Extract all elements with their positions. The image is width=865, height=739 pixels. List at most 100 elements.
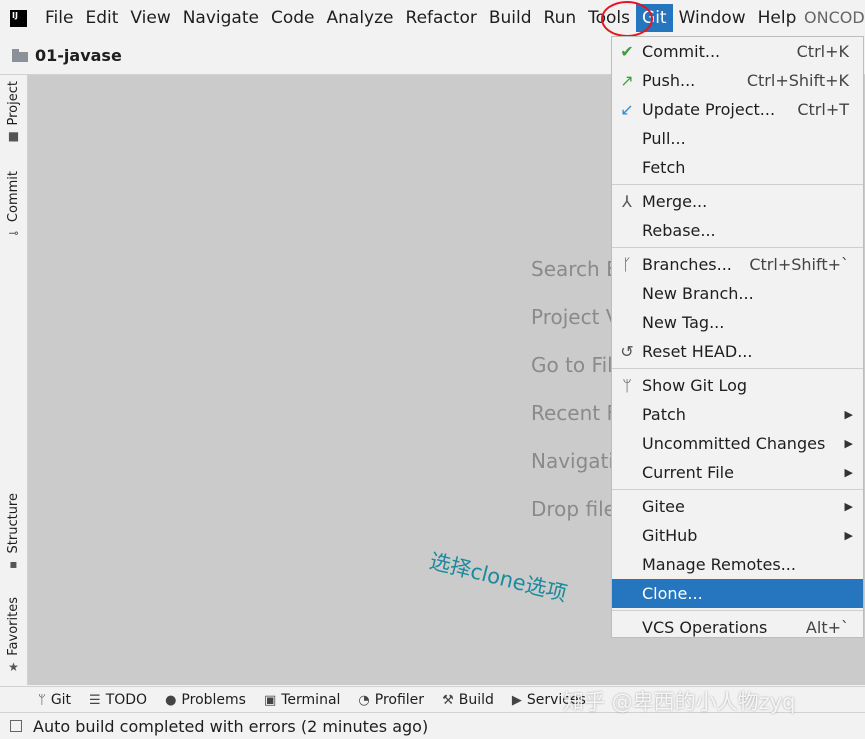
tool-tab-label: Profiler: [374, 692, 425, 708]
status-message[interactable]: Auto build completed with errors (2 minu…: [33, 717, 428, 736]
tool-tab-favorites-label: Favorites: [6, 597, 21, 656]
menu-item-label: Branches...: [642, 255, 732, 274]
menu-item-shortcut: Ctrl+T: [797, 100, 849, 119]
highlight-circle: [601, 1, 653, 37]
tool-tab-structure-label: Structure: [6, 493, 21, 554]
tool-tab-profiler[interactable]: ◔ Profiler: [358, 692, 424, 708]
bottom-tool-bar: ᛘ Git ☰ TODO ● Problems ▣ Terminal ◔ Pro…: [0, 686, 865, 713]
git-menu-manage-remotes[interactable]: Manage Remotes...: [612, 550, 863, 579]
git-menu-uncommitted-changes[interactable]: Uncommitted Changes ▶: [612, 429, 863, 458]
menu-item-label: Clone...: [642, 584, 703, 603]
menu-item-shortcut: Ctrl+Shift+K: [746, 71, 849, 90]
commit-icon: ⊸: [8, 226, 19, 241]
tool-tab-project-label: Project: [6, 81, 21, 126]
submenu-arrow-icon: ▶: [844, 466, 853, 479]
menu-edit[interactable]: Edit: [79, 4, 124, 32]
tool-tab-label: Terminal: [281, 692, 341, 708]
menu-analyze[interactable]: Analyze: [321, 4, 400, 32]
terminal-icon: ▣: [263, 692, 277, 708]
menu-item-shortcut: Ctrl+K: [796, 42, 849, 61]
menu-run[interactable]: Run: [538, 4, 583, 32]
tool-tab-label: Services: [526, 692, 586, 708]
git-menu-patch[interactable]: Patch ▶: [612, 400, 863, 429]
git-menu-new-branch[interactable]: New Branch...: [612, 279, 863, 308]
menu-refactor[interactable]: Refactor: [400, 4, 483, 32]
git-menu-current-file[interactable]: Current File ▶: [612, 458, 863, 487]
menu-view[interactable]: View: [124, 4, 176, 32]
menu-item-label: Gitee: [642, 497, 685, 516]
git-menu-clone[interactable]: Clone...: [612, 579, 863, 608]
hint-go-to-file: Go to Fil: [531, 353, 613, 377]
breadcrumb-project[interactable]: 01-javase: [35, 46, 122, 65]
hint-search-everywhere: Search E: [531, 257, 619, 281]
tool-tab-build[interactable]: ⚒ Build: [442, 692, 494, 708]
list-icon: ☰: [89, 692, 101, 708]
menu-item-label: Reset HEAD...: [642, 342, 753, 361]
menu-build[interactable]: Build: [483, 4, 538, 32]
tool-tab-terminal[interactable]: ▣ Terminal: [264, 692, 340, 708]
menu-item-shortcut: Ctrl+Shift+`: [749, 255, 849, 274]
tool-tab-commit[interactable]: Commit ⊸: [0, 171, 27, 240]
menu-separator: [612, 247, 863, 248]
tool-tab-services[interactable]: ▶ Services: [512, 692, 586, 708]
menu-separator: [612, 184, 863, 185]
menu-navigate[interactable]: Navigate: [177, 4, 265, 32]
git-menu-new-tag[interactable]: New Tag...: [612, 308, 863, 337]
branch-icon: ᚴ: [622, 255, 632, 274]
menu-item-label: Update Project...: [642, 100, 776, 119]
git-menu-vcs-operations[interactable]: VCS Operations Alt+`: [612, 613, 863, 642]
tool-tab-todo[interactable]: ☰ TODO: [89, 692, 147, 708]
tool-tab-label: TODO: [105, 692, 148, 708]
structure-icon: ▪: [9, 557, 18, 572]
git-dropdown-menu: ✔ Commit... Ctrl+K ↗ Push... Ctrl+Shift+…: [611, 36, 864, 638]
menu-item-label: Push...: [642, 71, 696, 90]
tool-tab-project[interactable]: Project ■: [0, 81, 27, 143]
submenu-arrow-icon: ▶: [844, 500, 853, 513]
git-menu-update-project[interactable]: ↙ Update Project... Ctrl+T: [612, 95, 863, 124]
menu-code[interactable]: Code: [265, 4, 321, 32]
menu-help[interactable]: Help: [752, 4, 803, 32]
hint-project-view: Project V: [531, 305, 620, 329]
menu-item-label: GitHub: [642, 526, 698, 545]
tool-tab-favorites[interactable]: Favorites ★: [0, 597, 27, 674]
menu-separator: [612, 610, 863, 611]
tool-tab-git[interactable]: ᛘ Git: [38, 692, 71, 708]
menu-item-label: Current File: [642, 463, 734, 482]
git-menu-pull[interactable]: Pull...: [612, 124, 863, 153]
menu-item-label: New Tag...: [642, 313, 725, 332]
status-toggle-icon[interactable]: [10, 720, 22, 732]
git-menu-merge[interactable]: ⅄ Merge...: [612, 187, 863, 216]
git-menu-rebase[interactable]: Rebase...: [612, 216, 863, 245]
git-log-icon: ᛘ: [622, 376, 632, 395]
problems-icon: ●: [165, 692, 177, 708]
git-menu-commit[interactable]: ✔ Commit... Ctrl+K: [612, 37, 863, 66]
menu-window[interactable]: Window: [673, 4, 752, 32]
git-menu-show-git-log[interactable]: ᛘ Show Git Log: [612, 371, 863, 400]
tool-tab-structure[interactable]: Structure ▪: [0, 493, 27, 571]
git-menu-reset-head[interactable]: ↺ Reset HEAD...: [612, 337, 863, 366]
hammer-icon: ⚒: [442, 692, 454, 708]
git-icon: ᛘ: [38, 692, 46, 708]
check-icon: ✔: [620, 42, 634, 61]
push-arrow-icon: ↗: [620, 71, 634, 90]
left-tool-strip: Project ■ Commit ⊸ Structure ▪ Favorites…: [0, 75, 28, 685]
git-menu-push[interactable]: ↗ Push... Ctrl+Shift+K: [612, 66, 863, 95]
menu-item-label: Uncommitted Changes: [642, 434, 826, 453]
hint-navigation-bar: Navigati: [531, 449, 614, 473]
tool-tab-problems[interactable]: ● Problems: [165, 692, 246, 708]
menu-item-label: Pull...: [642, 129, 686, 148]
git-menu-github[interactable]: GitHub ▶: [612, 521, 863, 550]
git-menu-branches[interactable]: ᚴ Branches... Ctrl+Shift+`: [612, 250, 863, 279]
git-menu-fetch[interactable]: Fetch: [612, 153, 863, 182]
tool-tab-label: Problems: [181, 692, 246, 708]
app-logo-icon[interactable]: IJ: [10, 9, 27, 27]
menu-item-label: Fetch: [642, 158, 686, 177]
git-menu-gitee[interactable]: Gitee ▶: [612, 492, 863, 521]
submenu-arrow-icon: ▶: [844, 408, 853, 421]
menu-file[interactable]: File: [39, 4, 79, 32]
menu-item-label: New Branch...: [642, 284, 754, 303]
tool-tab-commit-label: Commit: [6, 171, 21, 223]
update-arrow-icon: ↙: [620, 100, 634, 119]
services-icon: ▶: [511, 692, 522, 708]
submenu-arrow-icon: ▶: [844, 529, 853, 542]
